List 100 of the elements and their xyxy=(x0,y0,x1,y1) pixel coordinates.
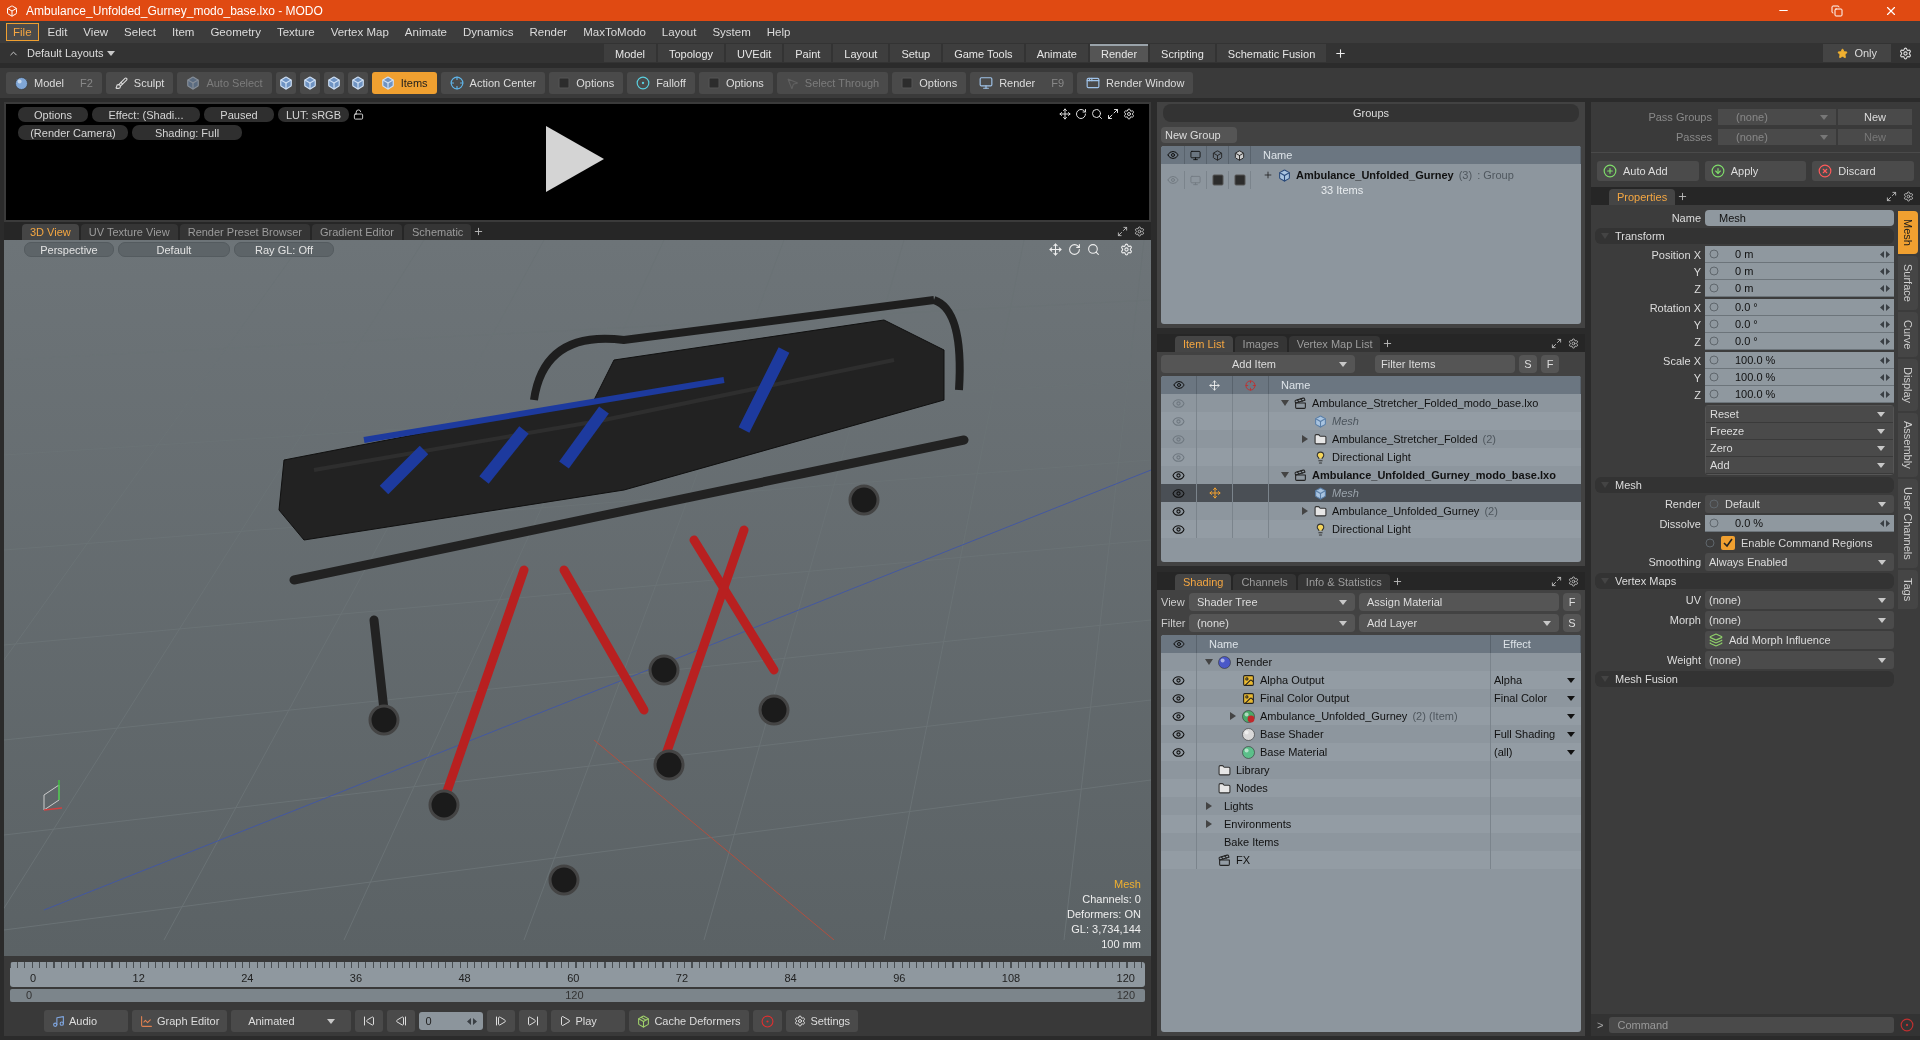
name-field[interactable]: Mesh xyxy=(1705,209,1894,226)
section-header[interactable]: Vertex Maps xyxy=(1595,573,1894,589)
panel-tab[interactable]: Render Preset Browser xyxy=(179,224,310,240)
viewport-option-button[interactable]: Default xyxy=(118,242,230,257)
shader-row[interactable]: Nodes xyxy=(1161,779,1581,797)
layout-tab[interactable]: Layout xyxy=(833,44,889,62)
preview-option-button[interactable]: Effect: (Shadi... xyxy=(92,107,200,122)
dropdown[interactable]: (none) xyxy=(1705,611,1894,629)
settings-button[interactable]: Settings xyxy=(786,1010,859,1032)
menu-item[interactable]: System xyxy=(705,23,758,41)
graph-editor-button[interactable]: Graph Editor xyxy=(132,1010,228,1032)
selection-mode-button[interactable] xyxy=(275,72,296,94)
timeline-ruler[interactable]: 0 12 24 36 48 60 72 84 96 108 120 xyxy=(10,962,1145,987)
menu-item[interactable]: Texture xyxy=(269,23,322,41)
side-tab[interactable]: Assembly xyxy=(1898,413,1918,477)
number-field[interactable]: 0.0 ° xyxy=(1705,316,1894,333)
dropdown-button[interactable]: Zero xyxy=(1706,440,1893,457)
tool-button[interactable]: Render Window xyxy=(1077,72,1194,94)
menu-item[interactable]: Render xyxy=(522,23,575,41)
viewport-option-button[interactable]: Perspective xyxy=(24,242,114,257)
preview-option-button[interactable]: Options xyxy=(18,107,88,122)
checkbox[interactable] xyxy=(1721,535,1735,550)
tool-button[interactable]: Falloff xyxy=(627,72,695,94)
section-header[interactable]: Mesh xyxy=(1595,477,1894,493)
layout-tab[interactable]: Game Tools xyxy=(943,44,1024,62)
shader-row[interactable]: Ambulance_Unfolded_Gurney (2) (Item) xyxy=(1161,707,1581,725)
panel-tab[interactable]: Images xyxy=(1234,336,1287,352)
number-field[interactable]: 0.0 ° xyxy=(1705,333,1894,350)
side-tab[interactable]: Surface xyxy=(1898,255,1918,310)
eye-icon[interactable] xyxy=(1172,691,1185,705)
number-field[interactable]: 0.0 % xyxy=(1705,515,1894,532)
s-button[interactable]: S xyxy=(1519,355,1537,373)
layouts-dropdown[interactable]: Default Layouts xyxy=(27,47,116,59)
panel-tab[interactable]: Properties xyxy=(1609,189,1676,205)
layout-tab[interactable]: Paint xyxy=(784,44,832,62)
menu-item[interactable]: File xyxy=(6,23,39,41)
shader-row[interactable]: Environments xyxy=(1161,815,1581,833)
menu-item[interactable]: Help xyxy=(759,23,798,41)
panel-tab[interactable]: Item List xyxy=(1175,336,1233,352)
audio-button[interactable]: Audio xyxy=(44,1010,128,1032)
layout-tab[interactable]: Schematic Fusion xyxy=(1216,44,1327,62)
preview-option-button[interactable]: (Render Camera) xyxy=(18,125,128,140)
number-field[interactable]: 100.0 % xyxy=(1705,369,1894,386)
preview-option-button[interactable]: Shading: Full xyxy=(132,125,242,140)
cache-deformers-button[interactable]: Cache Deformers xyxy=(629,1010,750,1032)
shader-row[interactable]: Alpha Output Alpha xyxy=(1161,671,1581,689)
panel-tab[interactable]: Shading xyxy=(1175,574,1232,590)
menu-item[interactable]: Vertex Map xyxy=(323,23,396,41)
dropdown[interactable]: (none) xyxy=(1705,651,1894,669)
tool-button[interactable]: Action Center xyxy=(440,72,546,94)
tool-button[interactable]: Model F2 xyxy=(6,72,102,94)
tool-button[interactable]: Sculpt xyxy=(105,72,174,94)
number-field[interactable]: 0 m xyxy=(1705,246,1894,263)
preview-option-button[interactable]: LUT: sRGB xyxy=(278,107,349,122)
menu-item[interactable]: Select xyxy=(117,23,164,41)
action-button[interactable]: Discard xyxy=(1812,161,1914,181)
panel-tab[interactable]: 3D View xyxy=(22,224,79,240)
side-tab[interactable]: Curve xyxy=(1898,311,1918,358)
add-item-dropdown[interactable]: Add Item xyxy=(1161,355,1355,373)
layout-tab[interactable]: Render xyxy=(1090,44,1149,62)
dropdown[interactable]: Always Enabled xyxy=(1705,553,1894,571)
side-tab[interactable]: User Channels xyxy=(1898,478,1918,568)
dropdown-button[interactable]: Reset xyxy=(1706,406,1893,423)
tool-button[interactable]: Options xyxy=(892,72,967,94)
action-button[interactable]: Auto Add xyxy=(1597,161,1699,181)
tool-button[interactable]: Items xyxy=(371,72,437,94)
menu-item[interactable]: Edit xyxy=(40,23,75,41)
frame-field[interactable]: 0 xyxy=(419,1012,484,1030)
selection-mode-button[interactable] xyxy=(323,72,344,94)
section-header[interactable]: Transform xyxy=(1595,228,1894,244)
previous-frame-button[interactable] xyxy=(387,1010,416,1032)
view-dropdown[interactable]: Shader Tree xyxy=(1189,593,1355,611)
tool-button[interactable]: Render F9 xyxy=(970,72,1074,94)
menu-item[interactable]: Geometry xyxy=(203,23,268,41)
eye-icon[interactable] xyxy=(1172,727,1185,741)
assign-material-button[interactable]: Assign Material xyxy=(1359,593,1559,611)
layout-tab[interactable]: Scripting xyxy=(1150,44,1215,62)
number-field[interactable]: 0 m xyxy=(1705,280,1894,297)
preview-option-button[interactable]: Paused xyxy=(204,107,274,122)
viewport-option-button[interactable]: Ray GL: Off xyxy=(234,242,334,257)
last-frame-button[interactable] xyxy=(519,1010,548,1032)
eye-icon[interactable] xyxy=(1172,745,1185,759)
layout-tab[interactable]: UVEdit xyxy=(726,44,783,62)
next-frame-button[interactable] xyxy=(487,1010,516,1032)
selection-mode-button[interactable] xyxy=(347,72,368,94)
f-button[interactable]: F xyxy=(1541,355,1559,373)
panel-tab[interactable]: Channels xyxy=(1233,574,1296,590)
play-button[interactable]: Play xyxy=(551,1010,626,1032)
eye-icon[interactable] xyxy=(1172,468,1185,482)
layout-tab[interactable]: Topology xyxy=(657,44,724,62)
number-field[interactable]: 0 m xyxy=(1705,263,1894,280)
filter-dropdown[interactable]: (none) xyxy=(1189,614,1355,632)
number-field[interactable]: 100.0 % xyxy=(1705,352,1894,369)
tree-row[interactable]: Directional Light xyxy=(1161,520,1581,538)
action-button[interactable]: Apply xyxy=(1704,161,1807,181)
first-frame-button[interactable] xyxy=(355,1010,384,1032)
f-button[interactable]: F xyxy=(1563,593,1581,611)
panel-tab[interactable]: Info & Statistics xyxy=(1297,574,1390,590)
layout-tab[interactable]: Model xyxy=(604,44,656,62)
filter-field[interactable]: Filter Items xyxy=(1375,355,1515,373)
